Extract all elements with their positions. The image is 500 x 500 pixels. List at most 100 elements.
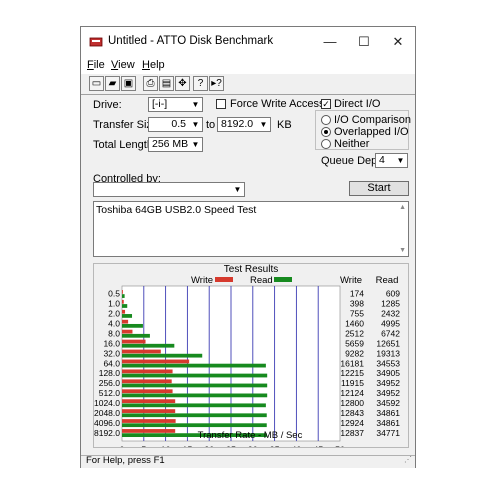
close-button[interactable]: ✕ [381,27,415,57]
chevron-down-icon: ▼ [191,120,200,129]
open-folder-icon[interactable]: ▰ [105,76,120,91]
new-file-icon[interactable]: ▭ [89,76,104,91]
read-value: 1285 [381,299,400,309]
menu-help[interactable]: Help [142,59,165,71]
direct-io-checkbox[interactable]: ✓ [321,99,331,109]
read-value: 19313 [376,348,400,358]
to-label: to [206,119,216,131]
transfer-size-from-value: 0.5 [171,118,186,130]
resize-grip-icon[interactable]: ⋰ [404,455,412,464]
app-icon [89,37,103,47]
x-tick-label: 35 [270,445,280,447]
write-bar [122,379,172,384]
menu-view[interactable]: View [111,59,135,71]
force-write-checkbox[interactable] [216,99,226,109]
drive-select[interactable]: [-i-] ▼ [148,97,203,112]
write-value: 755 [350,309,364,319]
read-value: 609 [386,289,400,299]
read-bar [122,393,268,398]
maximize-button[interactable]: ☐ [347,27,381,57]
write-bar [122,389,173,394]
context-help-icon[interactable]: ▸? [209,76,224,91]
x-axis-label: Transfer Rate - MB / Sec [197,430,303,441]
chevron-down-icon: ▼ [233,185,242,194]
transfer-size-from-select[interactable]: 0.5 ▼ [148,117,203,132]
x-tick-label: 20 [204,445,214,447]
queue-depth-select[interactable]: 4 ▼ [375,153,408,168]
window-title: Untitled - ATTO Disk Benchmark [108,35,274,47]
overlapped-io-radio[interactable] [321,127,331,137]
write-value: 2512 [345,328,364,338]
status-bar: For Help, press F1 ⋰ [81,455,415,468]
minimize-button[interactable]: — [313,27,347,57]
title-bar[interactable]: Untitled - ATTO Disk Benchmark — ☐ ✕ [81,27,415,57]
read-bar [122,333,150,338]
queue-depth-value: 4 [379,154,385,166]
write-bar [122,290,123,294]
print-preview-icon[interactable]: ▤ [159,76,174,91]
read-value: 34952 [376,388,400,398]
transfer-size-to-value: 8192.0 [221,118,254,130]
block-size-label: 0.5 [108,289,120,299]
write-bar [122,359,190,364]
controlled-by-select[interactable]: ▼ [93,182,245,197]
menu-file[interactable]: File [87,59,105,71]
help-icon[interactable]: ? [193,76,208,91]
block-size-label: 1024.0 [94,398,120,408]
x-tick-label: 10 [161,445,171,447]
block-size-label: 1.0 [108,299,120,309]
write-bar [122,349,161,354]
menu-bar: File View Help [81,57,415,74]
x-tick-label: 50 [335,445,345,447]
status-text: For Help, press F1 [86,455,165,466]
write-value: 12800 [340,398,364,408]
block-size-label: 256.0 [99,378,121,388]
print-icon[interactable]: ⎙ [143,76,158,91]
move-icon[interactable]: ✥ [175,76,190,91]
block-size-label: 32.0 [103,348,120,358]
total-length-value: 256 MB [152,138,189,150]
total-length-select[interactable]: 256 MB ▼ [148,137,203,152]
io-comparison-radio[interactable] [321,115,331,125]
scroll-down-icon[interactable]: ▼ [399,247,406,254]
write-value: 5659 [345,338,364,348]
block-size-label: 64.0 [103,358,120,368]
menu-help-mnemonic: H [142,59,150,71]
read-bar [122,294,125,298]
read-bar [122,323,143,328]
block-size-label: 16.0 [103,338,120,348]
scroll-up-icon[interactable]: ▲ [399,204,406,211]
write-bar [122,409,176,413]
x-tick-label: 0 [119,445,124,447]
read-value: 34861 [376,408,400,418]
write-value: 1460 [345,319,364,329]
neither-label: Neither [334,138,370,150]
write-value: 12215 [340,368,364,378]
col-write-header: Write [340,275,362,286]
start-button[interactable]: Start [349,181,409,196]
x-tick-label: 25 [226,445,236,447]
write-bar [122,339,146,344]
write-bar [122,319,129,324]
read-value: 34952 [376,378,400,388]
save-icon[interactable]: ▣ [121,76,136,91]
transfer-size-to-select[interactable]: 8192.0 ▼ [217,117,271,132]
chart-title: Test Results [224,264,278,275]
overlapped-io-label: Overlapped I/O [334,126,409,138]
neither-radio[interactable] [321,139,331,149]
read-value: 34905 [376,368,400,378]
write-value: 9282 [345,348,364,358]
write-value: 174 [350,289,364,299]
read-value: 12651 [376,338,400,348]
block-size-label: 2.0 [108,309,120,319]
results-chart: Test Results Write Read Write Read 0 5 10 1… [94,264,400,455]
read-value: 4995 [381,319,400,329]
description-box[interactable]: Toshiba 64GB USB2.0 Speed Test ▲ ▼ [93,201,409,257]
x-tick-label: 30 [248,445,258,447]
x-tick-label: 15 [182,445,192,447]
total-length-label: Total Length: [93,139,156,151]
read-value: 6742 [381,328,400,338]
chevron-down-icon: ▼ [191,100,200,109]
block-size-label: 2048.0 [94,408,120,418]
read-bar [122,304,128,308]
